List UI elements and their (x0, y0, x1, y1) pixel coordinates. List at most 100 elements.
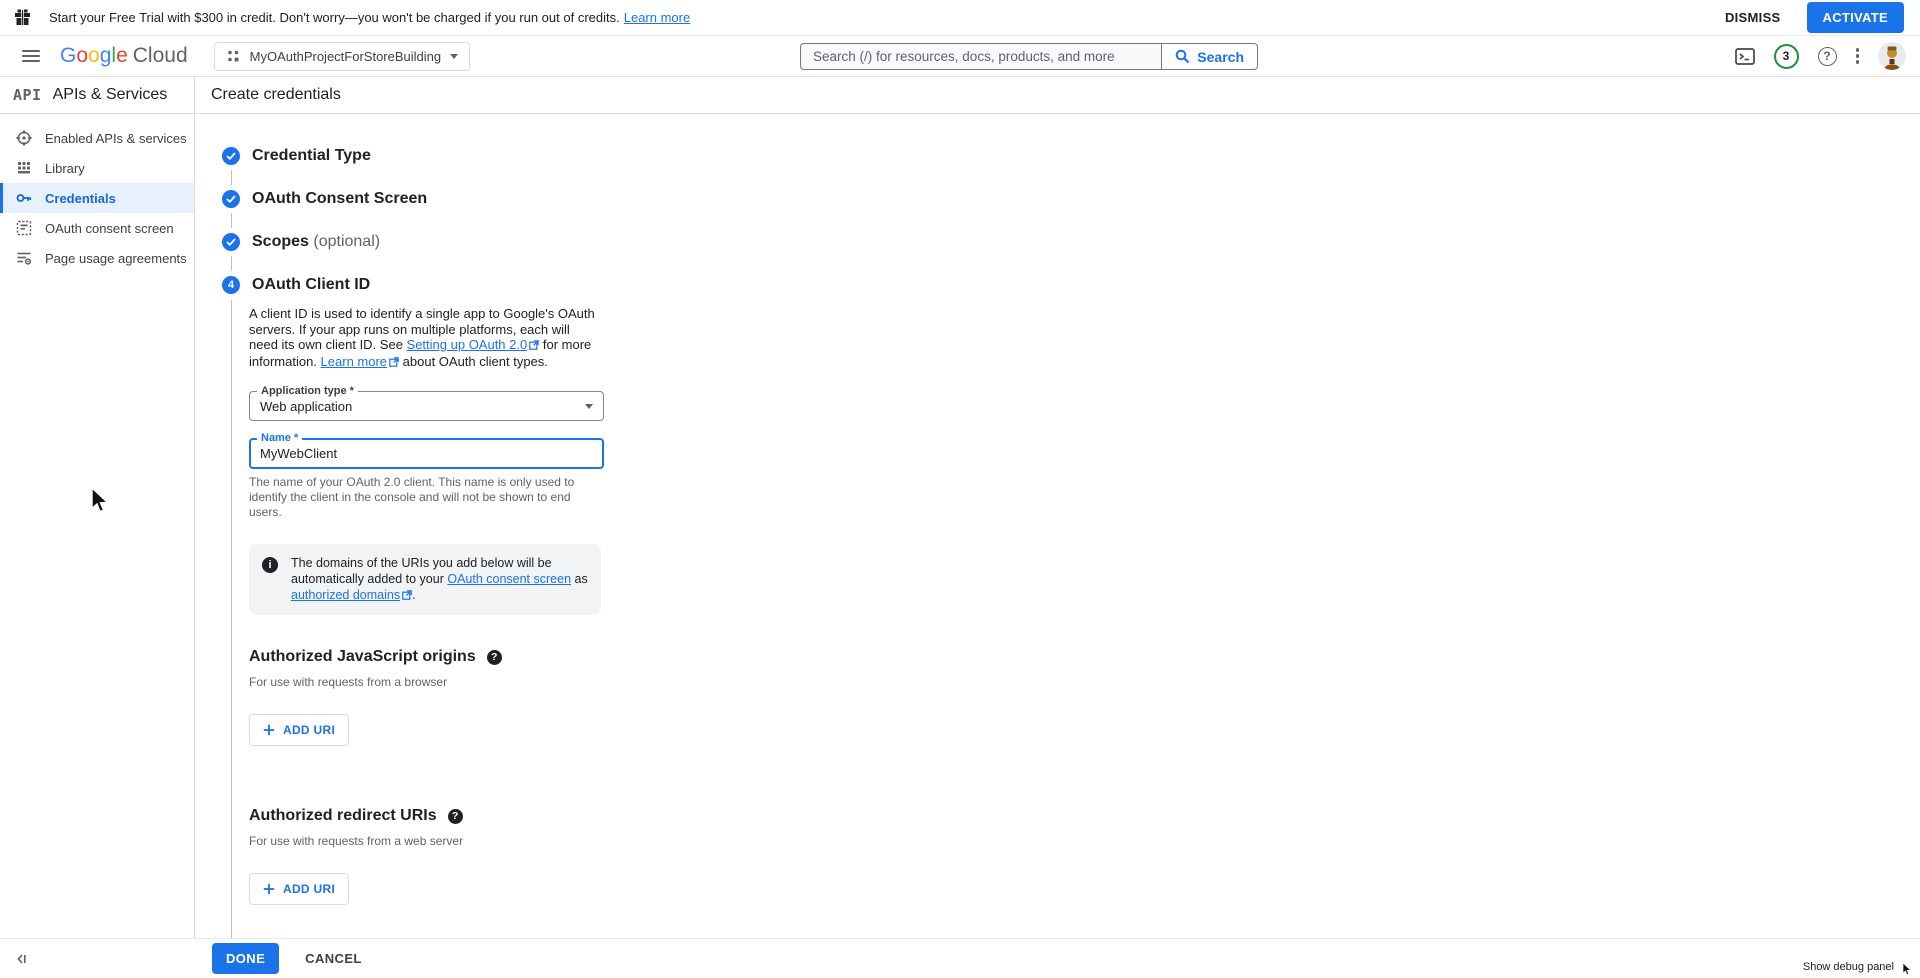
google-cloud-logo[interactable]: Google Cloud (60, 44, 188, 68)
setting-up-oauth-link[interactable]: Setting up OAuth 2.0 (407, 337, 528, 352)
sidebar-item-page-usage[interactable]: Page usage agreements (0, 243, 194, 273)
help-button[interactable]: ? (1818, 47, 1837, 66)
api-logo: API (13, 86, 42, 104)
avatar-figure (1881, 46, 1903, 70)
sidebar-item-oauth-consent[interactable]: OAuth consent screen (0, 213, 194, 243)
step-number-badge: 4 (222, 276, 240, 294)
collapse-panel-icon[interactable] (14, 952, 29, 966)
app-header: Google Cloud MyOAuthProjectForStoreBuild… (0, 36, 1920, 77)
step-optional-suffix: (optional) (313, 233, 380, 250)
footer-bar: DONE CANCEL Show debug panel (0, 938, 1920, 978)
step-title: OAuth Consent Screen (252, 190, 427, 208)
library-icon (16, 160, 32, 176)
chevron-down-icon (450, 54, 458, 59)
header-actions: 3 ? (1735, 42, 1907, 70)
logo-letter: o (88, 44, 100, 68)
redirect-uris-subtext: For use with requests from a web server (249, 834, 1920, 848)
external-link-icon (389, 355, 399, 371)
domains-info-box: i The domains of the URIs you add below … (249, 544, 601, 615)
page-title: Create credentials (195, 77, 1920, 114)
sidebar-item-label: Page usage agreements (45, 251, 187, 266)
add-origin-uri-button[interactable]: ADD URI (249, 714, 349, 746)
external-link-icon (402, 588, 412, 604)
step-scopes[interactable]: Scopes (optional) (222, 233, 1920, 251)
search-button-label: Search (1197, 49, 1244, 65)
project-selector[interactable]: MyOAuthProjectForStoreBuilding (214, 42, 470, 71)
sidebar-item-library[interactable]: Library (0, 153, 194, 183)
footer-cancel-button[interactable]: CANCEL (305, 951, 362, 966)
notification-count: 3 (1783, 49, 1790, 63)
done-button[interactable]: DONE (212, 943, 279, 974)
help-icon[interactable]: ? (487, 650, 502, 665)
global-search: Search (800, 43, 1258, 70)
show-debug-panel-link[interactable]: Show debug panel (1803, 961, 1894, 973)
sidebar-title: APIs & Services (53, 86, 168, 104)
section-title: Authorized JavaScript origins (249, 648, 476, 666)
help-icon[interactable]: ? (448, 809, 463, 824)
banner-text: Start your Free Trial with $300 in credi… (49, 10, 620, 25)
add-uri-label: ADD URI (283, 723, 335, 737)
client-name-field: Name * (249, 438, 604, 469)
logo-letter: g (100, 44, 112, 68)
search-button[interactable]: Search (1161, 43, 1258, 70)
application-type-field: Application type * Web application (249, 391, 604, 421)
add-redirect-uri-button[interactable]: ADD URI (249, 873, 349, 905)
avatar[interactable] (1878, 42, 1906, 70)
activate-button[interactable]: ACTIVATE (1807, 2, 1904, 33)
sidebar-nav: Enabled APIs & services Library (0, 114, 194, 273)
sidebar-header: API APIs & Services (0, 77, 194, 114)
step-connector (231, 170, 232, 185)
key-icon (16, 190, 32, 206)
redirect-uris-heading: Authorized redirect URIs ? (249, 807, 1920, 825)
chevron-down-icon (585, 404, 593, 409)
client-name-label: Name * (257, 432, 302, 444)
js-origins-heading: Authorized JavaScript origins ? (249, 648, 1920, 666)
search-input[interactable] (800, 43, 1161, 70)
step-title: Credential Type (252, 147, 371, 165)
step-description: A client ID is used to identify a single… (249, 306, 597, 370)
info-icon: i (262, 557, 278, 573)
enabled-apis-icon (16, 130, 32, 146)
workspace: API APIs & Services Enabled APIs & servi… (0, 77, 1920, 938)
external-link-icon (529, 338, 539, 354)
banner-learn-more-link[interactable]: Learn more (624, 10, 690, 25)
footer-sidebar-area (0, 952, 195, 966)
footer-actions: DONE CANCEL (195, 943, 362, 974)
sidebar: API APIs & Services Enabled APIs & servi… (0, 77, 195, 938)
logo-letter: e (116, 44, 128, 68)
plus-icon (263, 883, 275, 895)
sidebar-item-label: Enabled APIs & services (45, 131, 187, 146)
step-connector (231, 256, 232, 271)
terminal-icon (1735, 48, 1755, 65)
step-title: Scopes (optional) (252, 233, 380, 251)
application-type-value: Web application (260, 399, 352, 414)
logo-letter: o (76, 44, 88, 68)
main-panel: Create credentials Credential Type OAuth… (195, 77, 1920, 938)
check-icon (222, 190, 240, 208)
sidebar-item-label: Library (45, 161, 85, 176)
client-name-helper: The name of your OAuth 2.0 client. This … (249, 475, 597, 520)
step-connector (231, 213, 232, 228)
js-origins-subtext: For use with requests from a browser (249, 675, 1920, 689)
plus-icon (263, 724, 275, 736)
logo-cloud-word: Cloud (133, 44, 188, 68)
step-credential-type[interactable]: Credential Type (222, 147, 1920, 165)
gcp-console: Start your Free Trial with $300 in credi… (0, 0, 1920, 978)
dismiss-button[interactable]: DISMISS (1725, 10, 1781, 25)
step-oauth-consent-screen[interactable]: OAuth Consent Screen (222, 190, 1920, 208)
logo-letter: G (60, 44, 76, 68)
cloud-shell-button[interactable] (1735, 48, 1755, 65)
learn-more-link[interactable]: Learn more (321, 354, 387, 369)
agreements-icon (16, 250, 32, 266)
oauth-consent-screen-link[interactable]: OAuth consent screen (447, 572, 571, 586)
more-options-button[interactable] (1856, 48, 1860, 64)
sidebar-item-label: OAuth consent screen (45, 221, 174, 236)
check-icon (222, 233, 240, 251)
sidebar-item-label: Credentials (45, 191, 116, 206)
authorized-domains-link[interactable]: authorized domains (291, 588, 400, 602)
sidebar-item-credentials[interactable]: Credentials (0, 183, 194, 213)
stepper: Credential Type OAuth Consent Screen (195, 114, 1920, 978)
menu-icon[interactable] (22, 50, 40, 62)
sidebar-item-enabled-apis[interactable]: Enabled APIs & services (0, 123, 194, 153)
notifications-button[interactable]: 3 (1774, 44, 1799, 69)
